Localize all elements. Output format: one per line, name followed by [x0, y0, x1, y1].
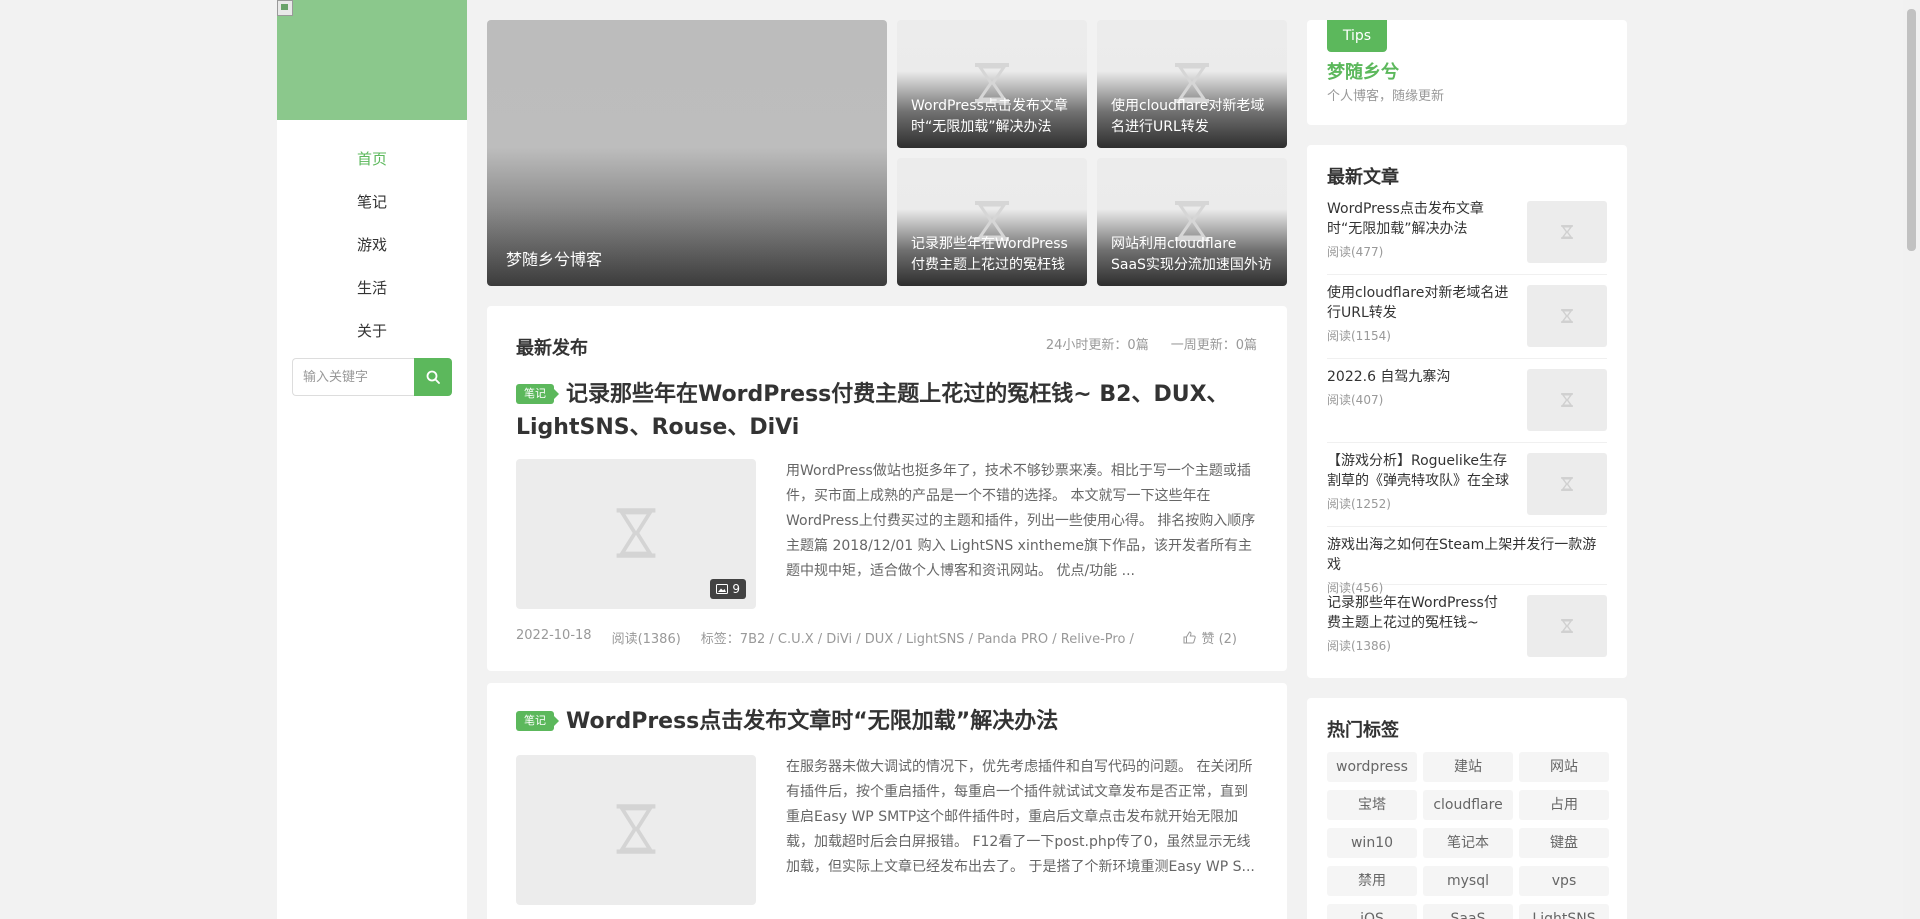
recent-post-thumbnail[interactable] [1527, 285, 1607, 347]
tips-site-name[interactable]: 梦随乡兮 [1327, 58, 1399, 84]
tile-caption: 使用cloudflare对新老域名进行URL转发 [1111, 98, 1265, 135]
nav-item-about[interactable]: 关于 [277, 310, 467, 353]
tag-item[interactable]: cloudflare [1423, 790, 1513, 820]
tag-item[interactable]: 键盘 [1519, 828, 1609, 858]
post-tags[interactable]: 标签：7B2 / C.U.X / DiVi / DUX / LightSNS /… [701, 628, 1134, 647]
recent-post-title[interactable]: 游戏出海之如何在Steam上架并发行一款游戏 [1327, 535, 1607, 575]
tile-caption: WordPress点击发布文章时“无限加载”解决办法 [911, 98, 1068, 135]
search-box [292, 358, 452, 396]
tips-tag: Tips [1327, 20, 1387, 52]
recent-post-item[interactable]: 记录那些年在WordPress付费主题上花过的冤枉钱~ B2、DUX、Light… [1327, 593, 1607, 669]
hourglass-placeholder-icon [1561, 393, 1573, 407]
feed-stats: 24小时更新：0篇 一周更新：0篇 [1046, 334, 1257, 353]
featured-tile[interactable]: 使用cloudflare对新老域名进行URL转发 [1097, 20, 1287, 148]
stat-24h: 24小时更新：0篇 [1045, 338, 1149, 353]
featured-tile[interactable]: 记录那些年在WordPress付费主题上花过的冤枉钱~ B2、DUX、Light… [897, 158, 1087, 286]
main-nav: 首页 笔记 游戏 生活 关于 [277, 138, 467, 353]
tips-description: 个人博客，随缘更新 [1327, 89, 1445, 104]
post-title-text[interactable]: WordPress点击发布文章时“无限加载”解决办法 [566, 709, 1058, 734]
tag-item[interactable]: 禁用 [1327, 866, 1417, 896]
tag-item[interactable]: 占用 [1519, 790, 1609, 820]
tag-item[interactable]: SaaS [1423, 904, 1513, 919]
post-thumbnail[interactable]: 9 [516, 459, 756, 609]
recent-post-item[interactable]: 2022.6 自驾九寨沟 阅读(407) [1327, 367, 1607, 443]
recent-post-title[interactable]: 【游戏分析】Roguelike生存割草的《弹壳特攻队》在全球火爆 [1327, 451, 1509, 491]
tag-item[interactable]: 网站 [1519, 752, 1609, 782]
feed-heading: 最新发布 [516, 338, 588, 359]
hourglass-placeholder-icon [616, 508, 656, 558]
recent-post-thumbnail[interactable] [1527, 369, 1607, 431]
post-excerpt: 用WordPress做站也挺多年了，技术不够钞票来凑。相比于写一个主题或插件，买… [786, 463, 1256, 579]
tag-item[interactable]: iOS [1327, 904, 1417, 919]
recent-posts-widget: 最新文章 WordPress点击发布文章时“无限加载”解决办法 阅读(477) … [1307, 145, 1627, 678]
tag-item[interactable]: LightSNS [1519, 904, 1609, 919]
featured-tile[interactable]: WordPress点击发布文章时“无限加载”解决办法 [897, 20, 1087, 148]
scrollbar-thumb[interactable] [1907, 9, 1916, 251]
site-logo[interactable] [277, 0, 467, 120]
nav-item-life[interactable]: 生活 [277, 267, 467, 310]
category-badge[interactable]: 笔记 [516, 384, 559, 404]
like-button[interactable]: 赞 (2) [1183, 628, 1257, 647]
feed-card: 笔记 WordPress点击发布文章时“无限加载”解决办法 在服务器未做大调试的情… [487, 683, 1287, 919]
post-title[interactable]: 笔记 WordPress点击发布文章时“无限加载”解决办法 [516, 705, 1247, 738]
tile-caption: 记录那些年在WordPress付费主题上花过的冤枉钱~ B2、DUX、Light… [911, 236, 1068, 273]
post-views: 阅读(1386) [611, 632, 681, 647]
recent-posts-title: 最新文章 [1327, 167, 1399, 188]
recent-post-thumbnail[interactable] [1527, 201, 1607, 263]
feed-card: 最新发布 24小时更新：0篇 一周更新：0篇 笔记 记录那些年在WordPress… [487, 306, 1287, 671]
hourglass-placeholder-icon [1561, 477, 1573, 491]
page-scrollbar[interactable] [1903, 0, 1920, 919]
hot-tags-title: 热门标签 [1327, 720, 1399, 741]
post-title-text[interactable]: 记录那些年在WordPress付费主题上花过的冤枉钱~ B2、DUX、Light… [516, 382, 1229, 440]
tag-item[interactable]: wordpress [1327, 752, 1417, 782]
recent-post-item[interactable]: WordPress点击发布文章时“无限加载”解决办法 阅读(477) [1327, 199, 1607, 275]
post-date: 2022-10-18 [516, 628, 592, 643]
image-count: 9 [732, 582, 740, 596]
search-button[interactable] [414, 358, 452, 396]
recent-post-thumbnail[interactable] [1527, 453, 1607, 515]
post-title[interactable]: 笔记 记录那些年在WordPress付费主题上花过的冤枉钱~ B2、DUX、Lig… [516, 378, 1247, 444]
featured-carousel[interactable]: 梦随乡兮博客 [487, 20, 887, 286]
recent-post-item[interactable]: 游戏出海之如何在Steam上架并发行一款游戏 阅读(456) [1327, 535, 1607, 595]
hourglass-placeholder-icon [616, 804, 656, 854]
hourglass-placeholder-icon [1561, 619, 1573, 633]
tag-item[interactable]: mysql [1423, 866, 1513, 896]
category-badge[interactable]: 笔记 [516, 711, 559, 731]
tips-widget: Tips 梦随乡兮 个人博客，随缘更新 [1307, 20, 1627, 125]
nav-item-home[interactable]: 首页 [277, 138, 467, 181]
featured-tile[interactable]: 网站利用cloudflare SaaS实现分流加速国外访问 [1097, 158, 1287, 286]
search-input[interactable] [292, 358, 414, 396]
search-icon [426, 370, 440, 384]
tag-item[interactable]: win10 [1327, 828, 1417, 858]
recent-post-item[interactable]: 【游戏分析】Roguelike生存割草的《弹壳特攻队》在全球火爆 阅读(1252… [1327, 451, 1607, 527]
recent-post-title[interactable]: 记录那些年在WordPress付费主题上花过的冤枉钱~ B2、DUX、Light… [1327, 593, 1509, 633]
tag-item[interactable]: 笔记本 [1423, 828, 1513, 858]
tag-item[interactable]: vps [1519, 866, 1609, 896]
broken-image-icon [277, 0, 293, 16]
left-sidebar: 首页 笔记 游戏 生活 关于 [277, 0, 467, 919]
like-count: 赞 (2) [1201, 632, 1237, 647]
thumbs-up-icon [1183, 631, 1197, 644]
post-excerpt: 在服务器未做大调试的情况下，优先考虑插件和自写代码的问题。 在关闭所有插件后，按… [786, 759, 1255, 875]
nav-item-notes[interactable]: 笔记 [277, 181, 467, 224]
stat-week: 一周更新：0篇 [1170, 338, 1257, 353]
recent-post-item[interactable]: 使用cloudflare对新老域名进行URL转发 阅读(1154) [1327, 283, 1607, 359]
nav-item-games[interactable]: 游戏 [277, 224, 467, 267]
recent-post-title[interactable]: 使用cloudflare对新老域名进行URL转发 [1327, 283, 1509, 323]
recent-post-title[interactable]: 2022.6 自驾九寨沟 [1327, 367, 1509, 387]
image-count-badge: 9 [710, 579, 746, 599]
post-meta: 2022-10-18 阅读(1386) 标签：7B2 / C.U.X / DiV… [516, 628, 1257, 647]
tag-item[interactable]: 建站 [1423, 752, 1513, 782]
carousel-caption: 梦随乡兮博客 [506, 250, 603, 269]
recent-post-title[interactable]: WordPress点击发布文章时“无限加载”解决办法 [1327, 199, 1509, 239]
post-thumbnail[interactable] [516, 755, 756, 905]
tag-item[interactable]: 宝塔 [1327, 790, 1417, 820]
image-icon [716, 584, 729, 594]
tile-caption: 网站利用cloudflare SaaS实现分流加速国外访问 [1111, 236, 1272, 273]
hourglass-placeholder-icon [1561, 309, 1573, 323]
tag-cloud: wordpress 建站 网站 宝塔 cloudflare 占用 win10 笔… [1327, 752, 1614, 919]
hourglass-placeholder-icon [1561, 225, 1573, 239]
recent-post-thumbnail[interactable] [1527, 595, 1607, 657]
hot-tags-widget: 热门标签 wordpress 建站 网站 宝塔 cloudflare 占用 wi… [1307, 698, 1627, 919]
